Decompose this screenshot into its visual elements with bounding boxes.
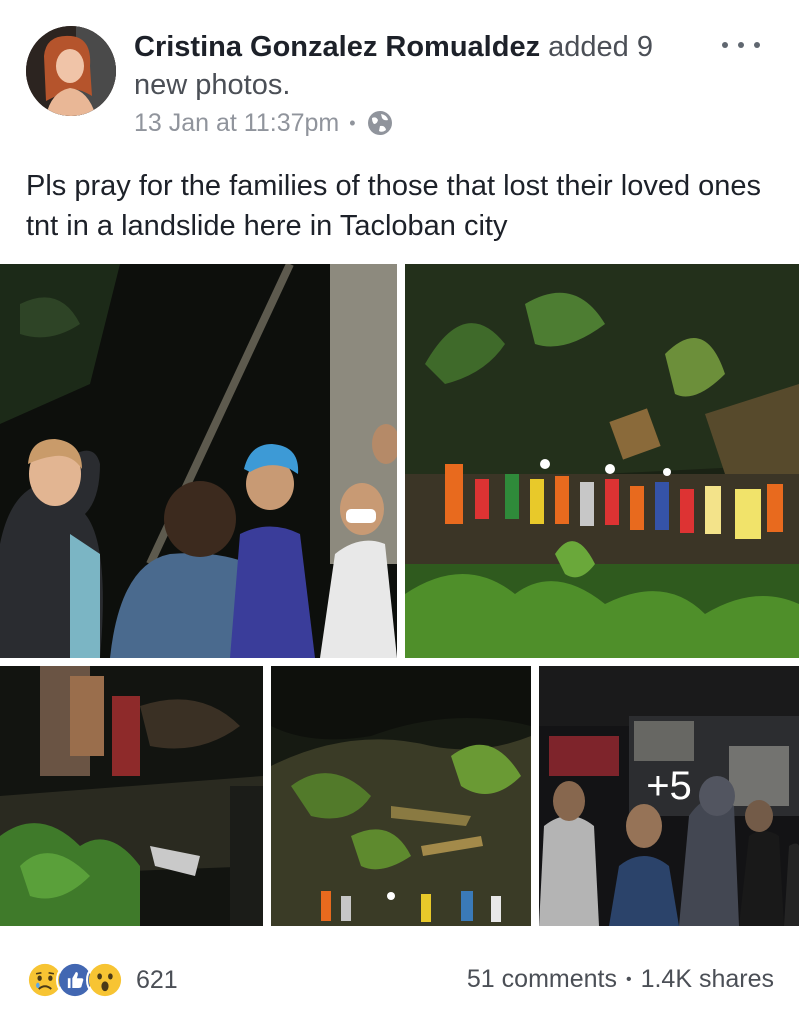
more-dot [754,42,760,48]
more-photos-overlay[interactable]: +5 [539,666,799,926]
meta-separator: • [349,112,356,133]
photo-night-meeting[interactable] [0,264,397,658]
more-options-button[interactable] [716,30,766,60]
photo-landslide-slope[interactable] [271,666,531,926]
post-header: Cristina Gonzalez Romualdez added 9 new … [0,0,799,150]
photo-group-gathering[interactable]: +5 [539,666,799,926]
globe-icon[interactable] [366,109,394,137]
avatar-image [26,26,116,116]
stats-separator: • [625,970,632,988]
more-dot [722,42,728,48]
photo-night-path[interactable] [0,666,263,926]
photo-landslide-slope-image [271,666,531,926]
author-line: Cristina Gonzalez Romualdez added 9 new … [134,28,694,104]
photo-night-meeting-image [0,264,397,658]
photo-rescue-crowd[interactable] [405,264,799,658]
wow-reaction-icon [86,961,124,999]
shares-link[interactable]: 1.4K shares [641,965,774,994]
post-text: Pls pray for the families of those that … [26,170,762,242]
engagement-stats: 51 comments • 1.4K shares [467,965,774,994]
post-footer: 621 51 comments • 1.4K shares [0,946,799,1014]
reaction-count: 621 [136,965,178,994]
photo-rescue-crowd-image [405,264,799,658]
more-photos-count: +5 [646,763,692,808]
reactions-summary[interactable]: 621 [26,960,178,1000]
post-timestamp[interactable]: 13 Jan at 11:37pm [134,109,339,138]
author-avatar[interactable] [26,26,116,116]
comments-link[interactable]: 51 comments [467,965,617,994]
author-name[interactable]: Cristina Gonzalez Romualdez [134,31,540,63]
more-dot [738,42,744,48]
post-meta: 13 Jan at 11:37pm • [134,106,394,140]
photo-night-path-image [0,666,263,926]
